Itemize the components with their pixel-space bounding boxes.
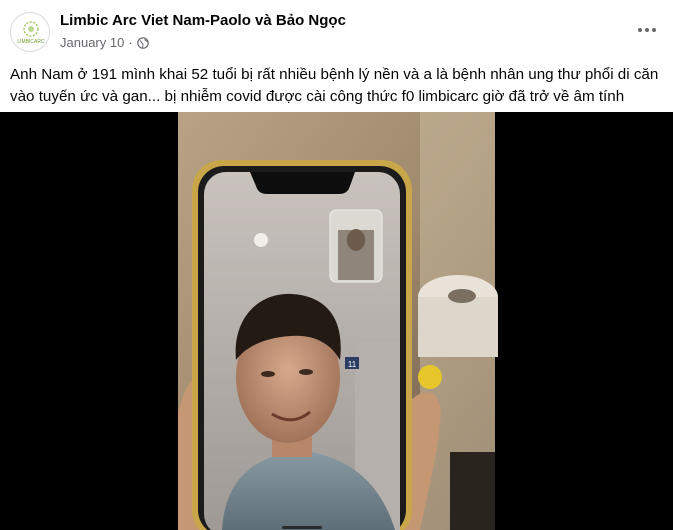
avatar-logo-text: LIMBICARC (17, 39, 45, 45)
globe-icon (136, 36, 149, 49)
post-date-link[interactable]: January 10 (60, 35, 124, 50)
more-options-button[interactable] (633, 16, 661, 44)
call-badge: 11 (348, 360, 357, 369)
video-player[interactable]: 11 (0, 112, 673, 530)
page-avatar[interactable]: LIMBICARC (10, 12, 50, 52)
post-caption: Anh Nam ở 191 mình khai 52 tuổi bị rất n… (10, 66, 659, 105)
video-frame: 11 (178, 112, 498, 530)
limbicarc-logo-icon: LIMBICARC (17, 21, 45, 45)
post-meta: January 10 · (60, 35, 149, 50)
phone-notch (250, 172, 355, 194)
facebook-post: LIMBICARC Limbic Arc Viet Nam-Paolo và B… (0, 0, 673, 530)
page-name-link[interactable]: Limbic Arc Viet Nam-Paolo và Bảo Ngọc (60, 12, 346, 29)
meta-separator: · (128, 35, 133, 50)
post-header: LIMBICARC Limbic Arc Viet Nam-Paolo và B… (10, 10, 663, 56)
more-options-icon (638, 28, 656, 32)
